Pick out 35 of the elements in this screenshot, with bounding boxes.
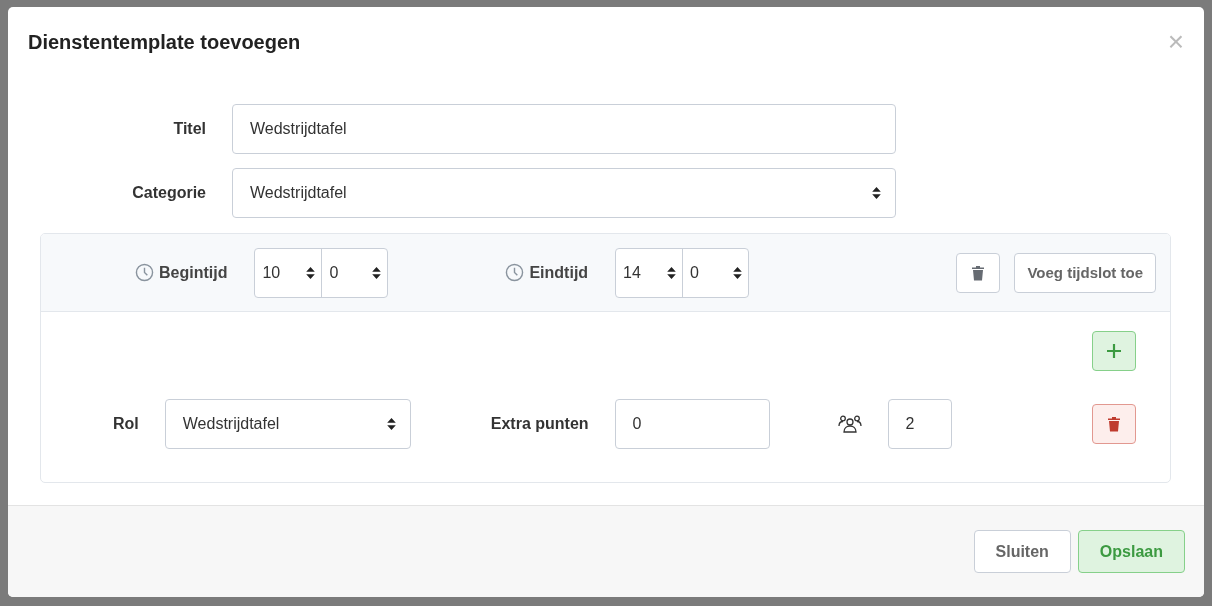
dialog-title: Dienstentemplate toevoegen xyxy=(28,30,301,54)
people-icon xyxy=(837,414,862,434)
trash-icon xyxy=(971,264,986,281)
end-time-label: Eindtijd xyxy=(529,263,589,282)
minute-value: 0 xyxy=(690,263,699,282)
delete-timeslot-button[interactable] xyxy=(956,252,1001,293)
end-time-select[interactable]: 14 0 xyxy=(615,247,750,298)
trash-icon xyxy=(1107,416,1121,432)
sort-arrows-icon xyxy=(306,266,316,279)
sort-arrows-icon xyxy=(733,266,743,279)
role-label: Rol xyxy=(113,415,139,433)
field-label: Categorie xyxy=(131,184,206,202)
clock-icon xyxy=(505,263,525,282)
add-timeslot-button[interactable]: Voeg tijdslot toe xyxy=(1014,252,1156,293)
add-role-button[interactable] xyxy=(1092,331,1136,371)
minute-value: 0 xyxy=(329,263,339,282)
start-time-label: Begintijd xyxy=(159,263,228,282)
sort-arrows-icon xyxy=(872,187,881,199)
plus-icon xyxy=(1107,344,1121,358)
title-input[interactable]: Wedstrijdtafel xyxy=(232,104,896,154)
field-label: Titel xyxy=(172,120,206,138)
hour-value: 10 xyxy=(262,263,281,282)
extra-points-input[interactable]: 0 xyxy=(614,399,770,449)
delete-role-button[interactable] xyxy=(1092,404,1136,444)
close-dialog-button[interactable]: Sluiten xyxy=(973,530,1071,573)
role-select[interactable]: Wedstrijdtafel xyxy=(164,399,411,449)
sort-arrows-icon xyxy=(372,266,382,279)
count-input[interactable]: 2 xyxy=(887,399,952,449)
extra-points-label: Extra punten xyxy=(490,415,589,433)
sort-arrows-icon xyxy=(386,418,396,430)
hour-value: 14 xyxy=(623,263,641,282)
clock-icon xyxy=(135,263,154,282)
category-select[interactable]: Wedstrijdtafel xyxy=(232,168,896,218)
sort-arrows-icon xyxy=(667,266,677,279)
start-time-select[interactable]: 10 0 xyxy=(254,247,389,298)
